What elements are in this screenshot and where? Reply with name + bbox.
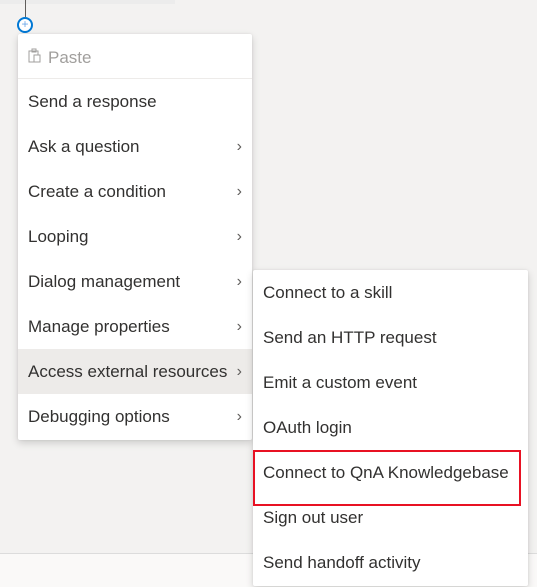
chevron-right-icon: › bbox=[236, 183, 242, 200]
menu-item-create-a-condition[interactable]: Create a condition › bbox=[18, 169, 252, 214]
submenu-item-send-an-http-request[interactable]: Send an HTTP request bbox=[253, 315, 528, 360]
submenu-item-emit-a-custom-event[interactable]: Emit a custom event bbox=[253, 360, 528, 405]
chevron-right-icon: › bbox=[236, 408, 242, 425]
submenu-item-connect-to-a-skill[interactable]: Connect to a skill bbox=[253, 270, 528, 315]
menu-item-label: Create a condition bbox=[28, 182, 166, 201]
chevron-right-icon: › bbox=[236, 273, 242, 290]
menu-item-ask-a-question[interactable]: Ask a question › bbox=[18, 124, 252, 169]
menu-item-label: Access external resources bbox=[28, 362, 228, 381]
add-action-menu: Paste Send a response Ask a question › Cr… bbox=[18, 34, 252, 440]
chevron-right-icon: › bbox=[236, 363, 242, 380]
submenu-item-label: OAuth login bbox=[263, 418, 352, 437]
menu-item-paste: Paste bbox=[18, 34, 252, 78]
menu-item-label: Ask a question bbox=[28, 137, 140, 156]
menu-item-label: Looping bbox=[28, 227, 89, 246]
submenu-item-label: Send an HTTP request bbox=[263, 328, 437, 347]
menu-item-manage-properties[interactable]: Manage properties › bbox=[18, 304, 252, 349]
chevron-right-icon: › bbox=[236, 138, 242, 155]
menu-item-label: Paste bbox=[48, 48, 92, 67]
menu-item-send-a-response[interactable]: Send a response bbox=[18, 79, 252, 124]
submenu-item-label: Connect to a skill bbox=[263, 283, 393, 302]
submenu-item-send-handoff-activity[interactable]: Send handoff activity bbox=[253, 540, 528, 585]
submenu-item-label: Connect to QnA Knowledgebase bbox=[263, 463, 509, 482]
chevron-right-icon: › bbox=[236, 228, 242, 245]
submenu-item-sign-out-user[interactable]: Sign out user bbox=[253, 495, 528, 540]
access-external-resources-submenu: Connect to a skill Send an HTTP request … bbox=[253, 270, 528, 586]
menu-item-label: Debugging options bbox=[28, 407, 170, 426]
chevron-right-icon: › bbox=[236, 318, 242, 335]
menu-item-looping[interactable]: Looping › bbox=[18, 214, 252, 259]
clipboard-icon bbox=[28, 34, 42, 82]
menu-item-label: Manage properties bbox=[28, 317, 170, 336]
menu-item-access-external-resources[interactable]: Access external resources › bbox=[18, 349, 252, 394]
submenu-item-label: Send handoff activity bbox=[263, 553, 421, 572]
submenu-item-label: Emit a custom event bbox=[263, 373, 418, 392]
menu-item-label: Dialog management bbox=[28, 272, 181, 291]
submenu-item-oauth-login[interactable]: OAuth login bbox=[253, 405, 528, 450]
plus-circle-icon[interactable]: + bbox=[17, 17, 33, 33]
menu-item-label: Send a response bbox=[28, 92, 157, 111]
flow-connector-line bbox=[25, 0, 26, 17]
submenu-item-connect-to-qna-knowledgebase[interactable]: Connect to QnA Knowledgebase bbox=[253, 450, 528, 495]
submenu-item-label: Sign out user bbox=[263, 508, 364, 527]
menu-item-debugging-options[interactable]: Debugging options › bbox=[18, 394, 252, 439]
canvas-top-strip bbox=[0, 0, 175, 4]
menu-item-dialog-management[interactable]: Dialog management › bbox=[18, 259, 252, 304]
